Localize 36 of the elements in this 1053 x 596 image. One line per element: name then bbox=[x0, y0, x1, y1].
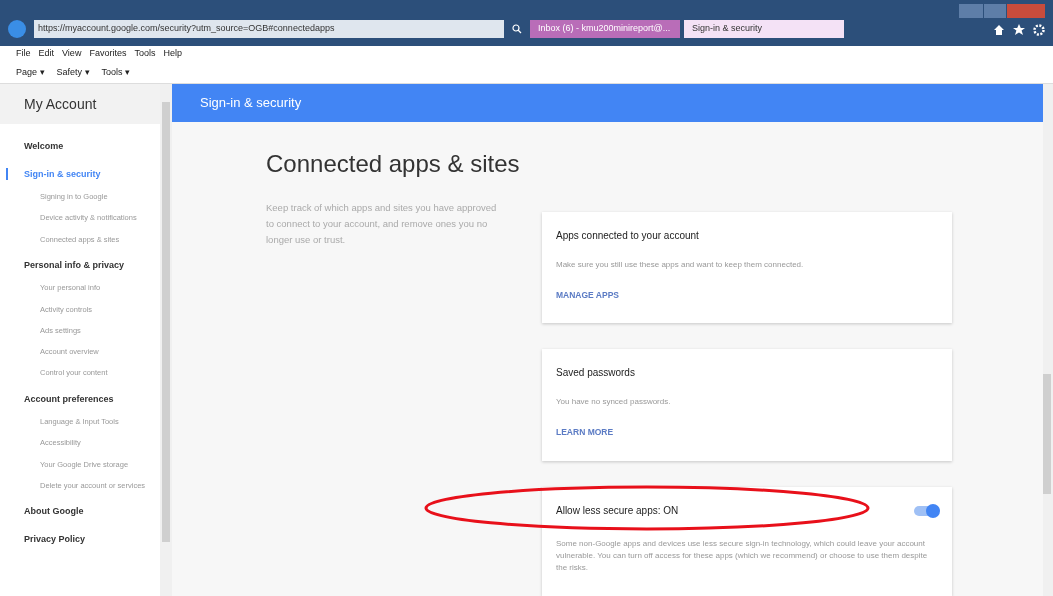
command-button[interactable]: Page ▾ bbox=[16, 65, 45, 80]
back-button[interactable] bbox=[8, 20, 26, 38]
section-description: Keep track of which apps and sites you have approved to connect to your account, and remove ones you no longer use or trust. bbox=[266, 200, 498, 247]
toggle-switch[interactable] bbox=[914, 505, 938, 516]
card-title: Apps connected to your account bbox=[556, 228, 699, 243]
nav-item[interactable]: Privacy Policy bbox=[0, 532, 156, 546]
card-link[interactable]: MANAGE APPS bbox=[556, 288, 938, 302]
browser-tab[interactable]: Inbox (6) - kmu200minireport@... bbox=[530, 20, 680, 38]
card-title: Allow less secure apps: ON bbox=[556, 504, 679, 518]
menu-item[interactable]: View bbox=[62, 47, 82, 61]
settings-icon[interactable] bbox=[1033, 24, 1045, 36]
address-bar[interactable]: https://myaccount.google.com/security?utm_source=OGB#connectedapps bbox=[34, 20, 504, 38]
command-button[interactable]: Safety ▾ bbox=[56, 65, 90, 80]
card-description: Make sure you still use these apps and want to keep them connected. bbox=[556, 258, 805, 271]
card-title: Saved passwords bbox=[556, 366, 635, 381]
card-description: You have no synced passwords. bbox=[556, 396, 672, 409]
menu-item[interactable]: Favorites bbox=[89, 47, 127, 61]
scrollbar[interactable] bbox=[1043, 84, 1053, 596]
search-icon[interactable] bbox=[512, 24, 522, 34]
browser-tab[interactable]: Sign-in & security bbox=[684, 20, 844, 38]
card-link[interactable]: LEARN MORE bbox=[556, 426, 938, 439]
command-button[interactable]: Tools ▾ bbox=[101, 65, 131, 80]
card-description: Some non-Google apps and devices use less secure sign-in technology, which could leave your account vulnerable. You can turn off access for these apps (which we recommend) or choose to use them despite the risks. bbox=[556, 538, 929, 574]
nav-item[interactable]: Sign-in & security bbox=[0, 167, 156, 181]
menu-item[interactable]: File bbox=[16, 47, 31, 61]
selection-indicator bbox=[6, 167, 8, 180]
nav-item[interactable]: About Google bbox=[0, 505, 156, 519]
nav-item[interactable]: Account preferences bbox=[0, 392, 156, 406]
home-icon[interactable] bbox=[993, 24, 1005, 36]
section-title: Connected apps & sites bbox=[266, 148, 521, 179]
menu-item[interactable]: Tools bbox=[134, 47, 156, 61]
nav-item[interactable]: Welcome bbox=[0, 140, 156, 154]
menu-item[interactable]: Help bbox=[163, 47, 182, 61]
menu-item[interactable]: Edit bbox=[38, 47, 55, 61]
star-icon[interactable] bbox=[1013, 24, 1025, 36]
nav-item[interactable]: Personal info & privacy bbox=[0, 258, 156, 273]
